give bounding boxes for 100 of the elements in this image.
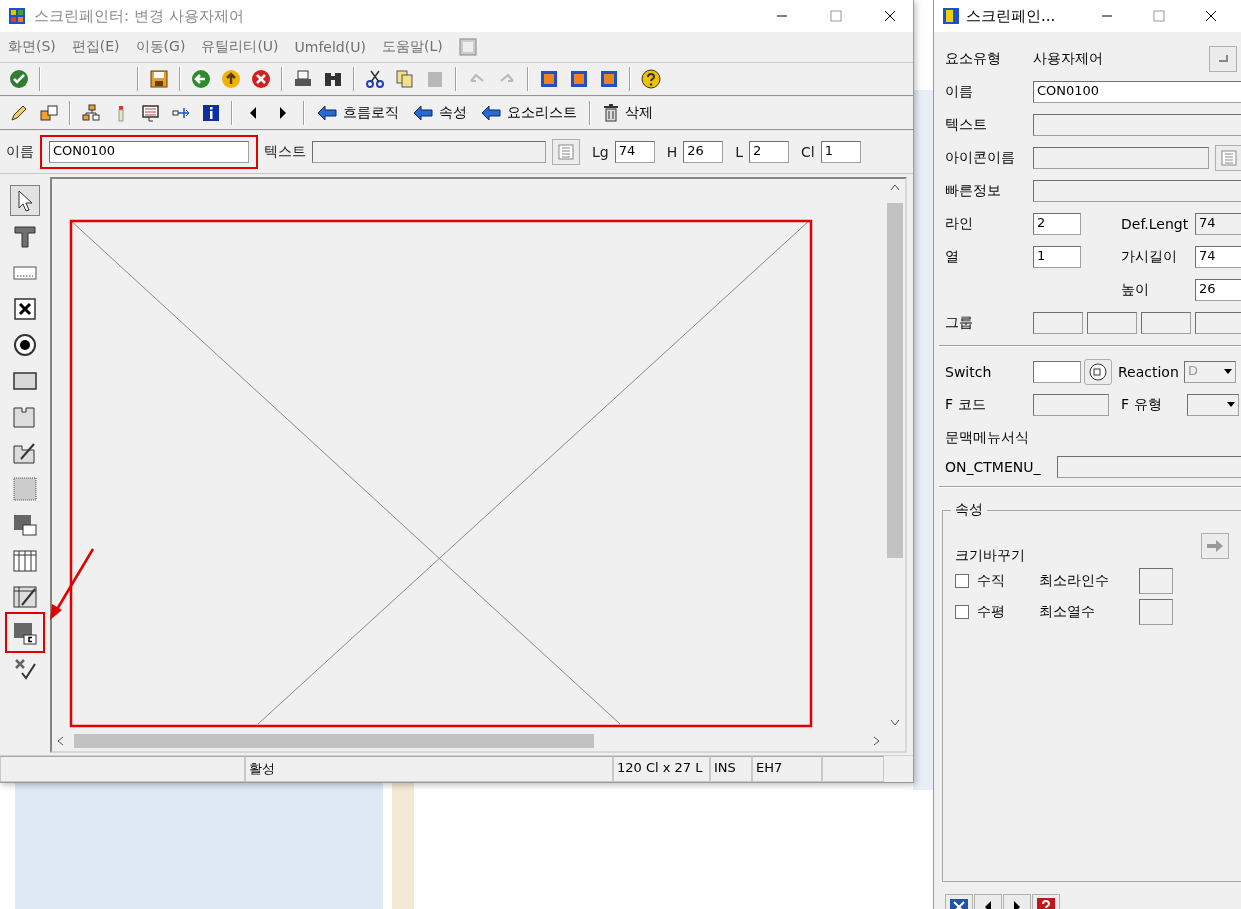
up-arrow-circle-icon[interactable]: [221, 69, 241, 89]
input-field[interactable]: 74: [614, 141, 655, 163]
menu-item[interactable]: 편집(E): [71, 38, 120, 56]
scrollbar-thumb[interactable]: [887, 202, 903, 558]
input-field[interactable]: 26: [1195, 278, 1241, 301]
window-icon[interactable]: [539, 69, 559, 89]
help-icon[interactable]: [641, 69, 661, 89]
field-label: 이름: [6, 143, 34, 161]
input-field[interactable]: [1033, 113, 1241, 136]
field-label: 최소열수: [1039, 602, 1096, 621]
hierarchy-icon[interactable]: [81, 103, 101, 123]
checkmark-icon[interactable]: [9, 69, 29, 89]
left-triangle-icon[interactable]: [248, 106, 258, 120]
left-arrow-icon: [317, 105, 337, 121]
group-field[interactable]: [1087, 311, 1137, 334]
group-field[interactable]: [1141, 311, 1191, 334]
field-label: 열: [945, 247, 960, 266]
group-field[interactable]: [1033, 311, 1083, 334]
status-pane: [822, 756, 884, 782]
field-label: F 코드: [945, 395, 987, 414]
toolbar-button[interactable]: 삭제: [598, 99, 658, 127]
input-field[interactable]: CON0100: [1033, 80, 1241, 103]
checkbox-label: 수평: [977, 602, 1006, 621]
input-field[interactable]: 2: [749, 141, 790, 163]
scroll-left-icon[interactable]: [56, 736, 64, 746]
right-arrow-icon: [1206, 539, 1224, 553]
toggle-button[interactable]: [1209, 45, 1237, 72]
dropdown[interactable]: [1187, 393, 1239, 416]
field-label: Cl: [801, 144, 815, 160]
scissors-icon[interactable]: [365, 69, 385, 89]
scroll-right-icon[interactable]: [873, 736, 881, 746]
menu-item[interactable]: 유틸리티(U): [201, 38, 279, 56]
left-arrow-circle-icon[interactable]: [191, 69, 211, 89]
field-label: 최소라인수: [1039, 571, 1110, 590]
field-label: Def.Lengt: [1121, 215, 1190, 232]
toolbar-button[interactable]: 요소리스트: [476, 99, 582, 127]
printer-icon[interactable]: [293, 69, 313, 89]
menu-item[interactable]: Umfeld(U): [294, 39, 366, 55]
menu-item[interactable]: 화면(S): [8, 38, 56, 56]
input-field[interactable]: [1033, 360, 1081, 383]
input-field[interactable]: 74: [1195, 212, 1241, 235]
input-field[interactable]: 1: [820, 141, 861, 163]
input-field[interactable]: [1033, 393, 1109, 416]
checkbox[interactable]: [955, 573, 969, 588]
name-field[interactable]: CON0100: [49, 141, 249, 163]
dropdown-caret-icon: [1224, 369, 1232, 374]
toolbar-button[interactable]: 속성: [408, 99, 472, 127]
window-title: 스크린페인터: 변경 사용자제어: [34, 6, 245, 26]
field-label: 가시길이: [1121, 247, 1178, 266]
scroll-down-icon[interactable]: [890, 719, 900, 727]
copy-icon[interactable]: [395, 69, 415, 89]
field-value: 사용자제어: [1033, 49, 1104, 68]
field-label: ON_CTMENU_: [945, 459, 1042, 475]
input-field[interactable]: 26: [683, 141, 724, 163]
menu-item[interactable]: 도움말(L): [381, 38, 443, 56]
copy-icon[interactable]: [39, 103, 59, 123]
field-label: Reaction: [1118, 363, 1180, 380]
input-field[interactable]: [1033, 179, 1241, 202]
field-label: F 유형: [1121, 395, 1163, 414]
window-icon[interactable]: [599, 69, 619, 89]
field-label: 이름: [945, 82, 974, 101]
dropdown-caret-icon: [1227, 402, 1235, 407]
menu-item[interactable]: 이동(G): [135, 38, 186, 56]
field-label: 라인: [945, 214, 974, 233]
input-field[interactable]: [1139, 598, 1173, 625]
field-label: 높이: [1121, 280, 1150, 299]
field-label: 그룹: [945, 313, 974, 332]
group-title: 속성: [951, 501, 987, 519]
scroll-up-icon[interactable]: [890, 183, 900, 191]
group-field[interactable]: [1195, 311, 1241, 334]
scrollbar-thumb[interactable]: [73, 734, 594, 748]
info-icon[interactable]: [201, 103, 221, 123]
circle-icon: [1089, 362, 1107, 381]
close-icon[interactable]: [1205, 10, 1217, 22]
status-text: INS: [710, 756, 752, 782]
screen-icon[interactable]: [141, 103, 161, 123]
field-label: Switch: [945, 363, 993, 380]
field-label: 텍스트: [945, 115, 988, 134]
input-field[interactable]: [1139, 567, 1173, 594]
field-label: 빠른정보: [945, 181, 1002, 200]
checkbox[interactable]: [955, 604, 969, 619]
return-icon: [1216, 52, 1230, 65]
input-field[interactable]: 2: [1033, 212, 1081, 235]
field-label: H: [666, 144, 678, 160]
text-field[interactable]: [312, 141, 546, 163]
app-icon: [942, 7, 960, 25]
close-icon[interactable]: [884, 10, 896, 22]
window-title: 스크린페인...: [966, 6, 1057, 26]
input-field[interactable]: 74: [1195, 245, 1241, 268]
x-circle-icon[interactable]: [251, 69, 271, 89]
switch-button[interactable]: [1084, 358, 1112, 385]
right-triangle-icon[interactable]: [278, 106, 288, 120]
checkbox-label: 수직: [977, 571, 1006, 590]
window-icon[interactable]: [569, 69, 589, 89]
input-field[interactable]: 1: [1033, 245, 1081, 268]
list-icon: [558, 144, 574, 160]
input-field[interactable]: [1057, 456, 1241, 478]
toolbar-button[interactable]: 흐름로직: [312, 99, 404, 127]
pencil-icon[interactable]: [9, 103, 29, 123]
input-field[interactable]: [1033, 146, 1209, 169]
